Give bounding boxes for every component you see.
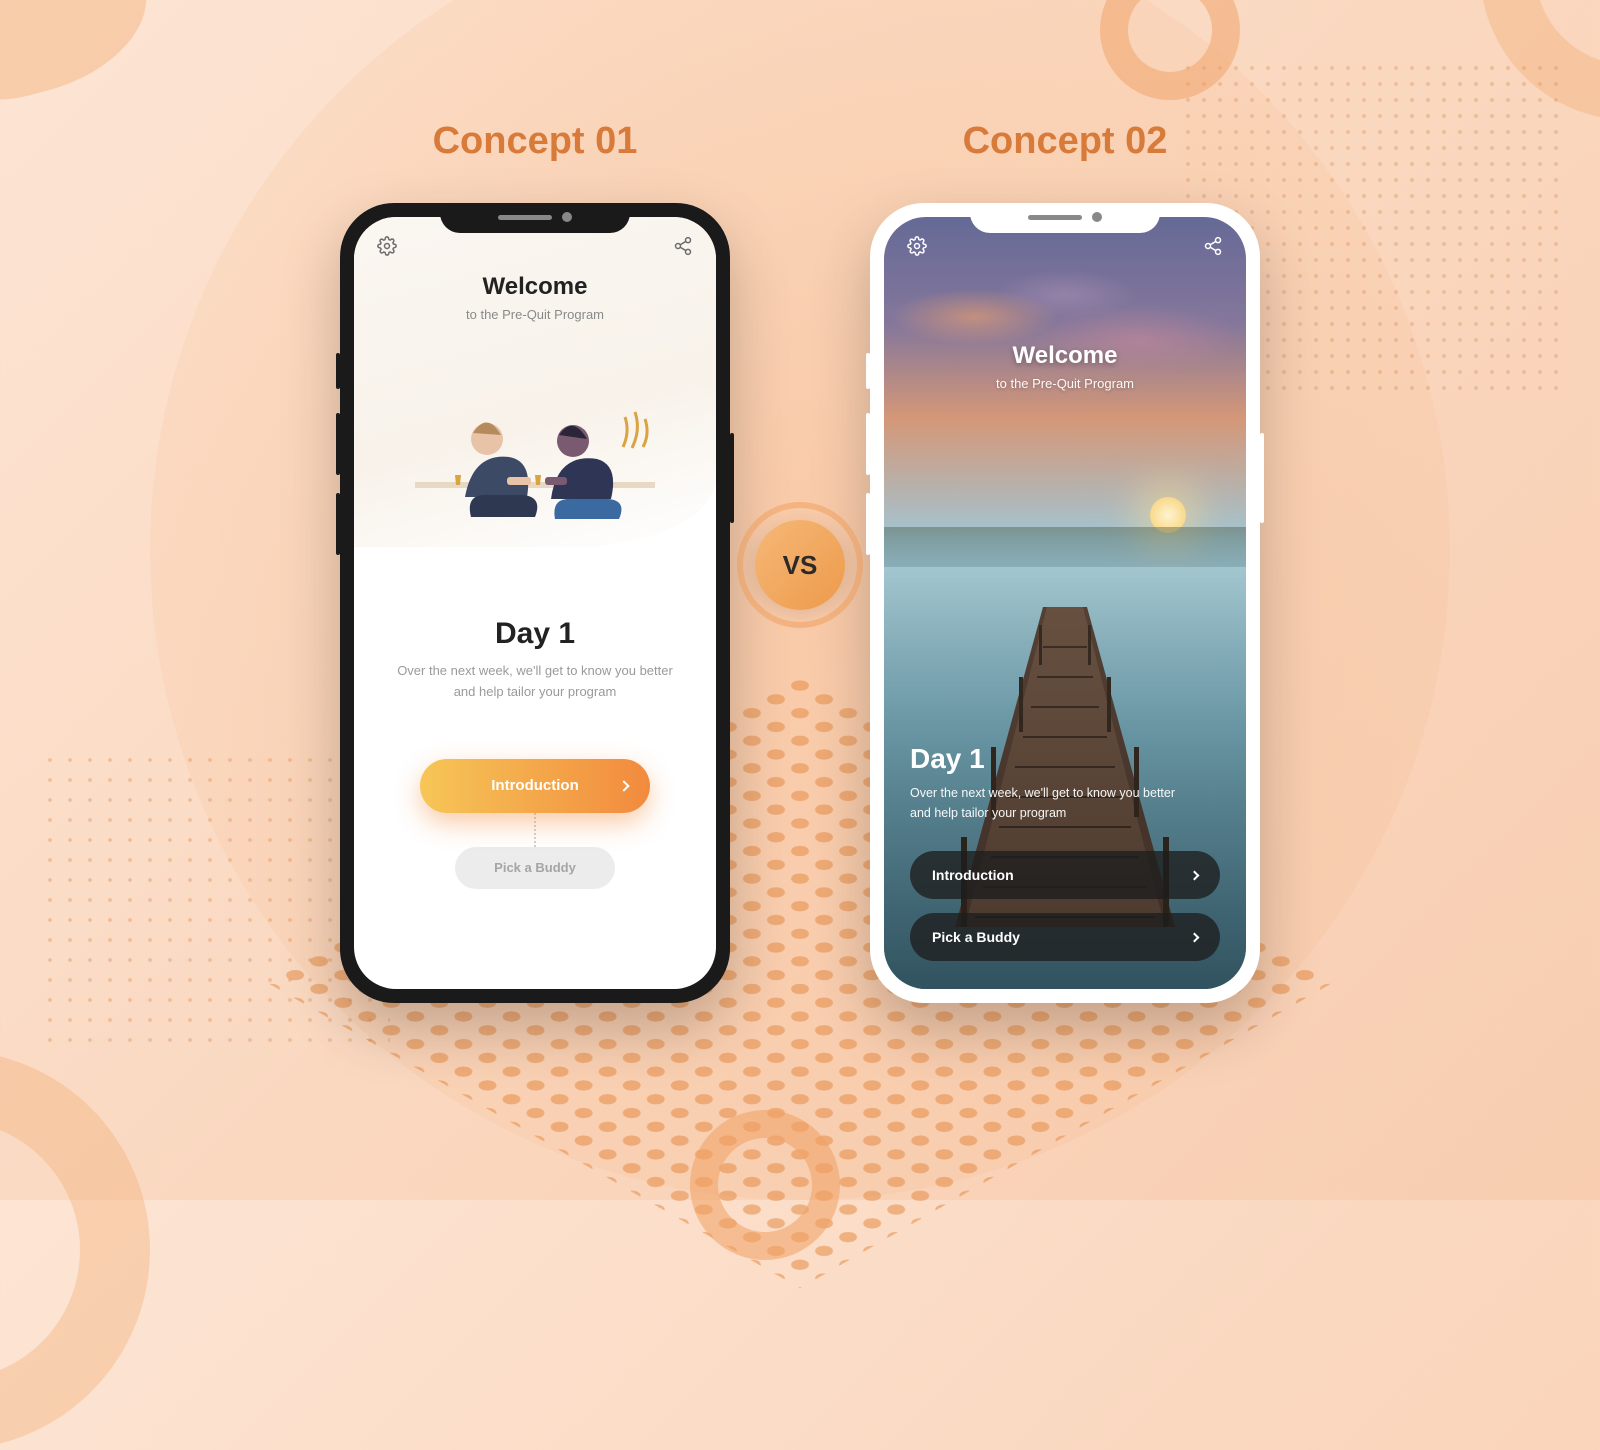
pick-buddy-button[interactable]: Pick a Buddy [455,847,615,889]
day-title: Day 1 [910,743,1220,775]
chevron-right-icon [618,780,629,791]
button-label: Introduction [491,777,578,794]
button-label: Pick a Buddy [932,929,1020,945]
concept-02-screen: Welcome to the Pre-Quit Program Day 1 Ov… [884,217,1246,989]
share-icon[interactable] [1202,235,1224,257]
chevron-right-icon [1190,870,1200,880]
phone-frame-light: Welcome to the Pre-Quit Program Day 1 Ov… [870,203,1260,1003]
concept-02: Concept 02 [870,120,1260,1003]
button-label: Introduction [932,867,1014,883]
concept-01-title: Concept 01 [433,120,638,163]
vs-badge: VS [755,520,845,610]
phone-notch [440,203,630,233]
share-icon[interactable] [672,235,694,257]
connector-line [534,813,536,847]
concept-01-screen: Welcome to the Pre-Quit Program [354,217,716,989]
day-title: Day 1 [388,617,682,651]
concept-01: Concept 01 [340,120,730,1003]
day-description: Over the next week, we'll get to know yo… [910,783,1190,823]
concept-02-title: Concept 02 [963,120,1168,163]
welcome-subtitle: to the Pre-Quit Program [884,376,1246,391]
introduction-button[interactable]: Introduction [420,759,650,813]
day-description: Over the next week, we'll get to know yo… [388,661,682,703]
welcome-subtitle: to the Pre-Quit Program [354,307,716,322]
phone-notch [970,203,1160,233]
gear-icon[interactable] [906,235,928,257]
chevron-right-icon [1190,932,1200,942]
introduction-button[interactable]: Introduction [910,851,1220,899]
phone-frame-dark: Welcome to the Pre-Quit Program [340,203,730,1003]
vs-label: VS [783,550,818,581]
people-illustration [395,377,675,557]
pick-buddy-button[interactable]: Pick a Buddy [910,913,1220,961]
welcome-title: Welcome [354,273,716,301]
welcome-title: Welcome [884,342,1246,370]
gear-icon[interactable] [376,235,398,257]
button-label: Pick a Buddy [494,860,576,875]
